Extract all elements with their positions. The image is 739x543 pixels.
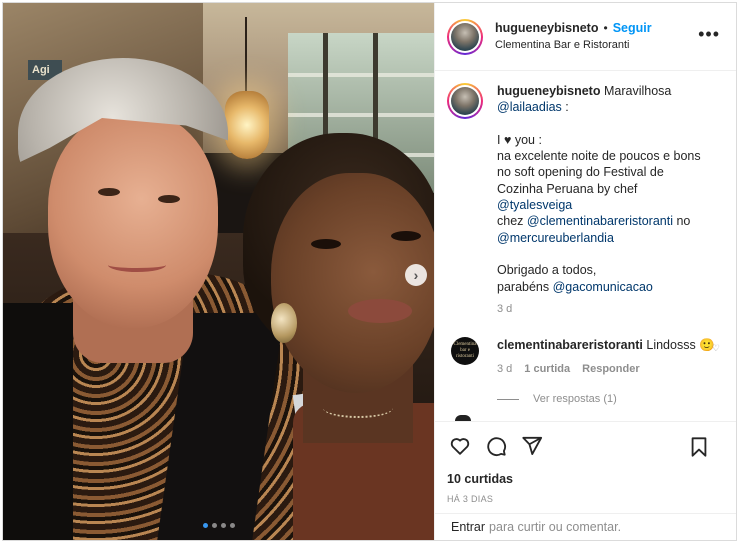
- carousel-dot-1: [202, 523, 208, 528]
- heart-icon: [450, 437, 470, 455]
- replies-divider: [497, 398, 519, 400]
- comment-like-heart-icon[interactable]: ♡: [712, 343, 720, 354]
- post-photo[interactable]: Agi ›: [3, 3, 434, 540]
- follow-button[interactable]: Seguir: [613, 21, 652, 35]
- caption-text: Obrigado a todos,: [497, 263, 597, 278]
- caption: hugueneybisneto Maravilhosa @lailaadias …: [447, 83, 724, 317]
- carousel-dots: [3, 523, 434, 528]
- caption-text: Cozinha Peruana by chef: [497, 181, 638, 196]
- caption-text: no: [676, 214, 691, 229]
- comment-icon: [487, 436, 507, 456]
- caption-text: parabéns: [497, 279, 550, 294]
- author-avatar[interactable]: [447, 18, 483, 55]
- caption-text: I ♥ you :: [497, 132, 542, 147]
- comments-section[interactable]: hugueneybisneto Maravilhosa @lailaadias …: [435, 71, 736, 421]
- post-panel: hugueneybisneto • Seguir Clementina Bar e …: [434, 3, 736, 540]
- bookmark-icon: [691, 437, 707, 457]
- comment-time[interactable]: 3 d: [497, 361, 512, 377]
- caption-time[interactable]: 3 d: [497, 301, 713, 317]
- more-options-icon[interactable]: •••: [698, 25, 720, 43]
- post-dialog: Agi › hugueneybisneto • Seguir Clementin…: [2, 2, 737, 541]
- caption-avatar[interactable]: [447, 83, 483, 119]
- comment-item: Clementina bar e ristoranti clementinaba…: [447, 337, 724, 377]
- separator: •: [603, 20, 608, 35]
- location-link[interactable]: Clementina Bar e Ristoranti: [495, 37, 652, 54]
- photo-scene: Agi: [3, 3, 434, 540]
- login-link[interactable]: Entrar: [451, 520, 485, 534]
- comment-likes[interactable]: 1 curtida: [524, 361, 570, 377]
- reply-button[interactable]: Responder: [582, 361, 639, 377]
- earring: [271, 303, 297, 343]
- carousel-dot-3: [220, 523, 226, 528]
- caption-text: :: [565, 100, 569, 115]
- like-count[interactable]: 10 curtidas: [435, 469, 736, 489]
- mention-link[interactable]: @tyalesveiga: [497, 198, 572, 212]
- caption-text: chez: [497, 214, 524, 229]
- login-to-comment: Entrar para curtir ou comentar.: [435, 513, 736, 540]
- pendant-lamp: [225, 91, 269, 159]
- comment-text: Lindosss 🙂: [646, 338, 715, 353]
- mention-link[interactable]: @gacomunicacao: [553, 280, 653, 294]
- login-text: para curtir ou comentar.: [489, 520, 622, 534]
- caption-text: Maravilhosa: [603, 84, 672, 98]
- commenter-username[interactable]: clementinabareristoranti: [497, 338, 643, 352]
- view-replies-label: Ver respostas (1): [533, 393, 617, 406]
- mention-link[interactable]: @mercureuberlandia: [497, 230, 713, 246]
- man-face: [48, 113, 218, 328]
- author-username[interactable]: hugueneybisneto: [495, 21, 598, 35]
- commenter-avatar[interactable]: Clementina bar e ristoranti: [451, 337, 479, 366]
- mention-link[interactable]: @lailaadias: [497, 100, 562, 114]
- chevron-right-icon: ›: [413, 267, 419, 283]
- caption-text: no soft opening do Festival de: [497, 165, 664, 180]
- caption-username[interactable]: hugueneybisneto: [497, 84, 600, 98]
- next-photo-button[interactable]: ›: [405, 264, 427, 286]
- action-bar: [435, 421, 736, 469]
- post-header: hugueneybisneto • Seguir Clementina Bar e …: [435, 3, 736, 71]
- like-button[interactable]: [447, 433, 473, 459]
- caption-text: na excelente noite de poucos e bons: [497, 149, 701, 164]
- view-replies-button[interactable]: Ver respostas (1): [497, 393, 724, 405]
- save-button[interactable]: [686, 434, 712, 460]
- carousel-dot-4: [229, 523, 235, 528]
- post-date[interactable]: HÁ 3 DIAS: [435, 489, 736, 513]
- mention-link[interactable]: @clementinabareristoranti: [527, 214, 673, 228]
- share-button[interactable]: [519, 433, 545, 459]
- comment-button[interactable]: [483, 433, 509, 459]
- carousel-dot-2: [211, 523, 217, 528]
- share-icon: [522, 436, 543, 455]
